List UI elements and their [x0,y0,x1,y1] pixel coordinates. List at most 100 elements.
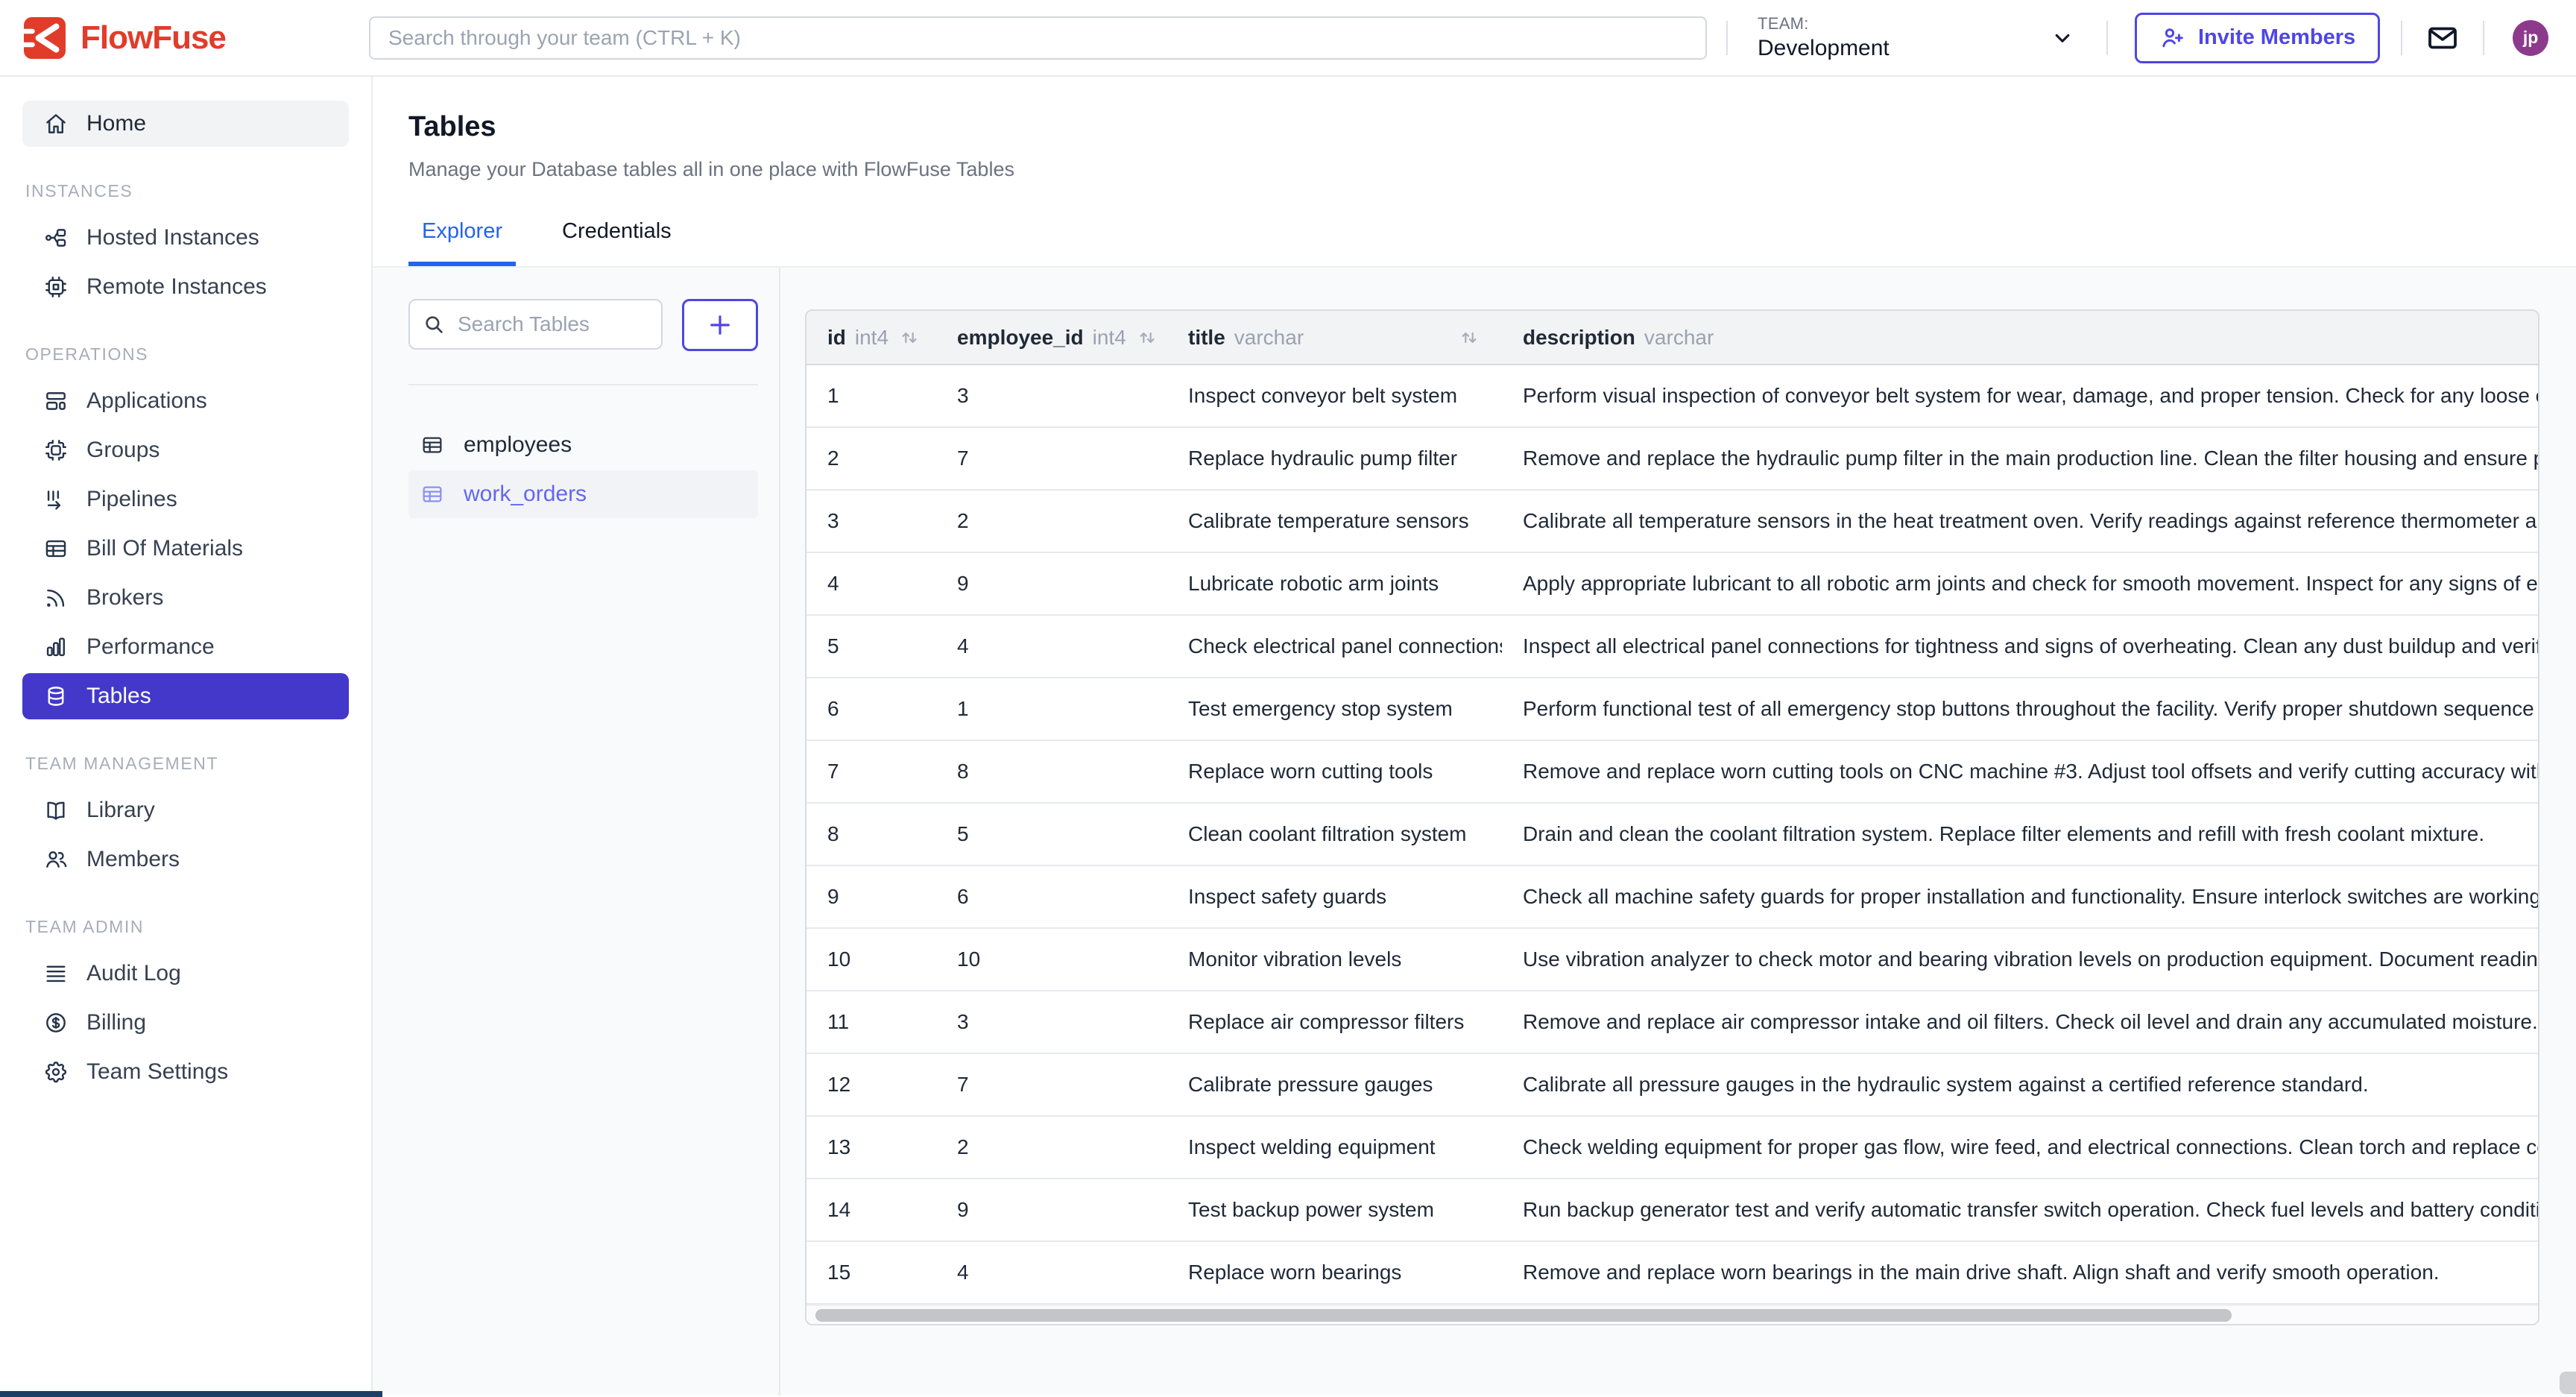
table-row[interactable]: 96Inspect safety guardsCheck all machine… [806,865,2538,928]
cell-id: 8 [806,803,936,865]
sidebar-item-members[interactable]: Members [22,836,349,883]
cell-title: Replace worn bearings [1167,1241,1502,1304]
page-header: Tables Manage your Database tables all i… [373,77,2576,266]
table-row[interactable]: 78Replace worn cutting toolsRemove and r… [806,740,2538,803]
invite-members-button[interactable]: Invite Members [2135,13,2380,63]
sidebar-item-billing[interactable]: Billing [22,1000,349,1046]
invite-members-label: Invite Members [2198,25,2355,50]
cell-description: Remove and replace the hydraulic pump fi… [1502,427,2538,490]
table-name: employees [464,432,572,458]
column-header-employee-id[interactable]: employee_id int4 [936,311,1167,365]
column-type: int4 [1093,326,1126,350]
sidebar-item-groups[interactable]: Groups [22,427,349,473]
table-row[interactable]: 85Clean coolant filtration systemDrain a… [806,803,2538,865]
sidebar-item-brokers[interactable]: Brokers [22,575,349,621]
column-header-title[interactable]: titlevarchar [1167,311,1502,365]
table-row[interactable]: 127Calibrate pressure gaugesCalibrate al… [806,1053,2538,1116]
sidebar-item-label: Library [86,798,155,823]
sidebar-item-label: Tables [86,684,151,709]
cell-id: 14 [806,1179,936,1241]
cell-title: Lubricate robotic arm joints [1167,552,1502,615]
sidebar-item-team-settings[interactable]: Team Settings [22,1049,349,1095]
table-icon [420,482,444,506]
cell-description: Remove and replace worn bearings in the … [1502,1241,2538,1304]
flowfuse-logo-icon [22,16,67,60]
cell-description: Calibrate all pressure gauges in the hyd… [1502,1053,2538,1116]
cell-employee-id: 4 [936,1241,1167,1304]
table-row[interactable]: 49Lubricate robotic arm jointsApply appr… [806,552,2538,615]
brand-name: FlowFuse [80,19,226,57]
sidebar-item-home[interactable]: Home [22,101,349,147]
mail-icon[interactable] [2425,20,2460,56]
groups-icon [43,438,69,463]
sidebar-item-audit-log[interactable]: Audit Log [22,950,349,997]
hosted-instances-icon [43,225,69,250]
table-list-item-employees[interactable]: employees [408,421,758,469]
sidebar-item-library[interactable]: Library [22,787,349,833]
sort-icon [1135,326,1159,350]
pipelines-icon [43,487,69,512]
horizontal-scrollbar [806,1305,2538,1324]
table-list-item-work-orders[interactable]: work_orders [408,470,758,518]
table-row[interactable]: 13Inspect conveyor belt systemPerform vi… [806,365,2538,427]
cell-employee-id: 9 [936,1179,1167,1241]
column-header-id[interactable]: idint4 [806,311,936,365]
search-tables-input[interactable] [456,312,649,337]
column-header-description[interactable]: descriptionvarchar [1502,311,2538,365]
table-row[interactable]: 1010Monitor vibration levelsUse vibratio… [806,928,2538,991]
sidebar-item-remote-instances[interactable]: Remote Instances [22,264,349,310]
cell-id: 6 [806,678,936,740]
sidebar-item-performance[interactable]: Performance [22,624,349,670]
search-tables-box [408,299,663,350]
plus-icon [705,310,735,340]
cell-id: 5 [806,615,936,678]
table-row[interactable]: 149Test backup power systemRun backup ge… [806,1179,2538,1241]
cell-employee-id: 7 [936,1053,1167,1116]
table-row[interactable]: 27Replace hydraulic pump filterRemove an… [806,427,2538,490]
cell-title: Replace air compressor filters [1167,991,1502,1053]
sidebar-section-team-admin: TEAM ADMIN [25,917,349,937]
table-row[interactable]: 113Replace air compressor filtersRemove … [806,991,2538,1053]
brand[interactable]: FlowFuse [22,16,369,60]
cell-title: Replace hydraulic pump filter [1167,427,1502,490]
cell-title: Check electrical panel connections [1167,615,1502,678]
table-icon [420,433,444,457]
cell-employee-id: 9 [936,552,1167,615]
cell-title: Inspect welding equipment [1167,1116,1502,1179]
sidebar-item-label: Applications [86,388,207,414]
column-type: varchar [1234,326,1304,350]
cell-title: Monitor vibration levels [1167,928,1502,991]
global-search-input[interactable] [369,16,1707,60]
avatar[interactable]: jp [2513,20,2548,56]
sidebar-item-label: Groups [86,438,160,463]
sidebar-item-applications[interactable]: Applications [22,378,349,424]
sidebar-item-label: Billing [86,1010,146,1035]
sidebar-item-tables[interactable]: Tables [22,673,349,719]
team-settings-icon [43,1059,69,1085]
audit-log-icon [43,961,69,986]
sidebar-section-operations: OPERATIONS [25,344,349,365]
cell-description: Check welding equipment for proper gas f… [1502,1116,2538,1179]
cell-id: 12 [806,1053,936,1116]
table-row[interactable]: 32Calibrate temperature sensorsCalibrate… [806,490,2538,552]
horizontal-scrollbar-thumb[interactable] [815,1309,2232,1322]
cell-title: Inspect conveyor belt system [1167,365,1502,427]
team-selector[interactable]: TEAM: Development [1758,14,2075,61]
table-row[interactable]: 54Check electrical panel connectionsInsp… [806,615,2538,678]
tab-explorer[interactable]: Explorer [408,218,516,266]
grid-clip: idint4 employee_id int4 titlevarchardescrip… [806,311,2538,1305]
sidebar-item-pipelines[interactable]: Pipelines [22,476,349,523]
sidebar-item-bill-of-materials[interactable]: Bill Of Materials [22,526,349,572]
cell-title: Replace worn cutting tools [1167,740,1502,803]
table-row[interactable]: 154Replace worn bearingsRemove and repla… [806,1241,2538,1304]
page-title: Tables [408,110,2576,144]
table-row[interactable]: 61Test emergency stop systemPerform func… [806,678,2538,740]
add-table-button[interactable] [682,299,758,351]
sort-icon [897,326,921,350]
column-name: employee_id [957,326,1084,350]
table-row[interactable]: 132Inspect welding equipmentCheck weldin… [806,1116,2538,1179]
sidebar-item-hosted-instances[interactable]: Hosted Instances [22,215,349,261]
sidebar-item-label: Home [86,111,146,136]
tab-bar: Explorer Credentials [408,218,2576,266]
tab-credentials[interactable]: Credentials [549,218,685,266]
